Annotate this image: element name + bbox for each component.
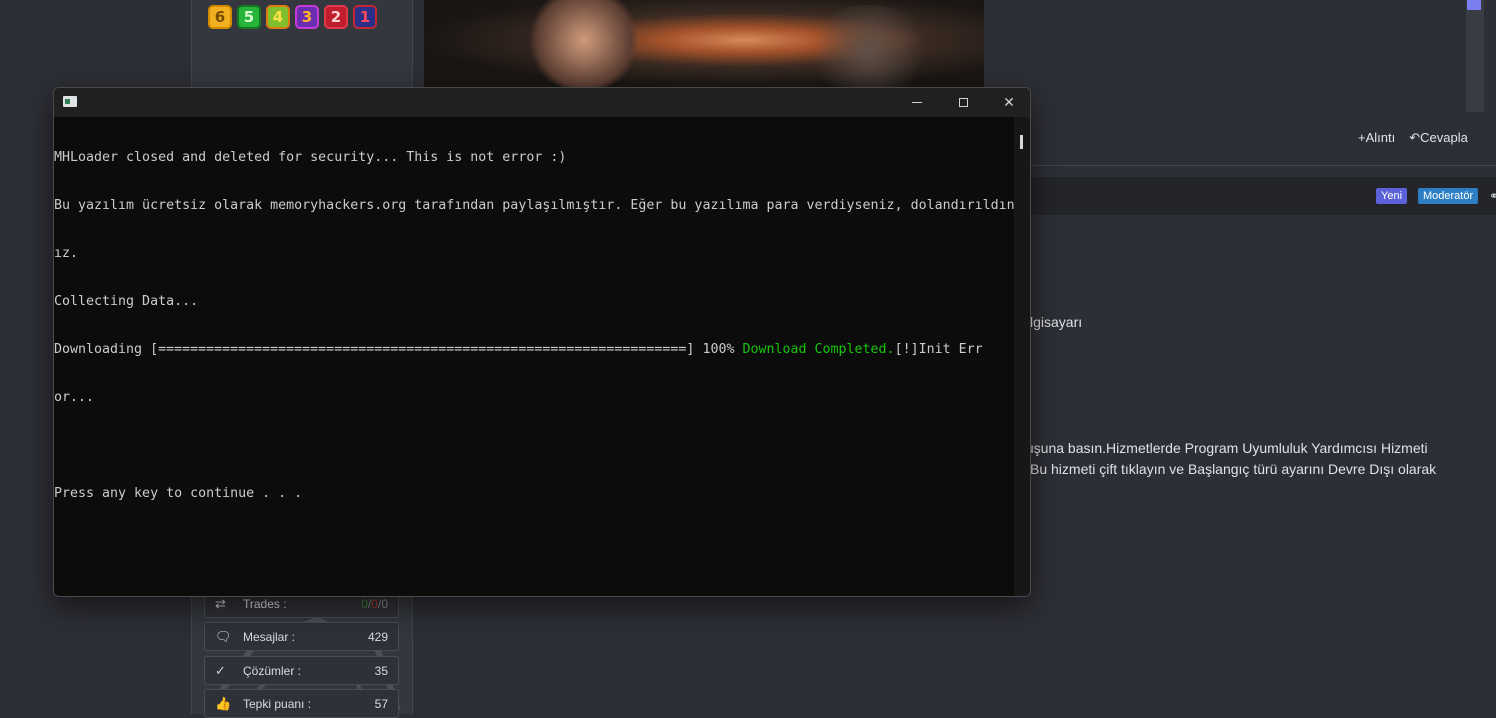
embed-scrollbar-thumb[interactable] bbox=[1467, 0, 1481, 10]
rank-5-badge-icon: 5 bbox=[237, 5, 261, 29]
reply-arrow-icon: ↶ bbox=[1409, 130, 1421, 145]
rank-2-badge-icon: 2 bbox=[324, 5, 348, 29]
stat-messages[interactable]: 🗨 Mesajlar : 429 bbox=[204, 622, 399, 651]
rank-1-badge-icon: 1 bbox=[353, 5, 377, 29]
console-output[interactable]: MHLoader closed and deleted for security… bbox=[54, 117, 1015, 596]
stat-value: 0/0/0 bbox=[361, 597, 388, 611]
stat-label: Trades : bbox=[243, 597, 287, 611]
new-badge: Yeni bbox=[1376, 188, 1408, 204]
trades-neutral: 0 bbox=[381, 597, 388, 611]
video-frame-highlight bbox=[524, 0, 644, 88]
console-line: MHLoader closed and deleted for security… bbox=[54, 150, 567, 165]
rank-6-badge-icon: 6 bbox=[208, 5, 232, 29]
post-text-line: Bu hizmeti çift tıklayın ve Başlangıç tü… bbox=[1030, 461, 1437, 477]
video-thumbnail[interactable] bbox=[424, 0, 984, 88]
stat-label: Tepki puanı : bbox=[243, 697, 312, 711]
close-button[interactable]: ✕ bbox=[986, 88, 1030, 117]
stat-value: 429 bbox=[367, 630, 388, 644]
chat-bubbles-icon: 🗨 bbox=[215, 629, 232, 644]
download-completed-text: Download Completed. bbox=[742, 342, 895, 357]
console-line: or... bbox=[54, 390, 95, 405]
console-scrollbar-thumb[interactable] bbox=[1020, 135, 1023, 149]
stat-label: Çözümler : bbox=[243, 664, 302, 678]
thumbs-up-icon: 👍 bbox=[215, 696, 232, 711]
stat-value: 35 bbox=[374, 664, 388, 678]
reply-button[interactable]: ↶Cevapla bbox=[1409, 130, 1468, 146]
console-line: Bu yazılım ücretsiz olarak memoryhackers… bbox=[54, 198, 1015, 213]
console-scrollbar[interactable] bbox=[1014, 117, 1030, 596]
rank-3-badge-icon: 3 bbox=[295, 5, 319, 29]
reply-label: Cevapla bbox=[1420, 130, 1468, 145]
quote-button[interactable]: +Alıntı bbox=[1358, 130, 1395, 146]
stat-label: Mesajlar : bbox=[243, 630, 296, 644]
link-icon[interactable]: ⚭ bbox=[1489, 189, 1496, 203]
trades-positive: 0 bbox=[361, 597, 368, 611]
video-frame-shadow bbox=[804, 5, 934, 88]
quote-label: Alıntı bbox=[1365, 130, 1396, 145]
swap-arrows-icon: ⇄ bbox=[215, 596, 226, 611]
post-actions: +Alıntı ↶Cevapla bbox=[1358, 130, 1468, 146]
embed-scrollbar[interactable] bbox=[1466, 0, 1484, 112]
console-download-line: Downloading [===========================… bbox=[54, 342, 1014, 358]
stat-value: 57 bbox=[374, 697, 388, 711]
plus-icon: + bbox=[1358, 130, 1366, 145]
user-badges: 6 5 4 3 2 1 bbox=[208, 5, 377, 29]
close-icon: ✕ bbox=[1003, 94, 1015, 111]
checkmark-icon: ✓ bbox=[215, 663, 226, 678]
console-prompt: Press any key to continue . . . bbox=[54, 486, 303, 501]
trades-negative: 0 bbox=[371, 597, 378, 611]
console-titlebar[interactable]: ✕ bbox=[54, 88, 1030, 117]
moderator-badge: Moderatör bbox=[1418, 188, 1479, 204]
maximize-button[interactable] bbox=[940, 88, 986, 117]
download-progress: Downloading [===========================… bbox=[54, 342, 743, 357]
rank-4-badge-icon: 4 bbox=[266, 5, 290, 29]
maximize-icon bbox=[958, 98, 968, 107]
stat-solutions[interactable]: ✓ Çözümler : 35 bbox=[204, 656, 399, 685]
post-text-line: lgisayarı bbox=[1030, 314, 1083, 330]
console-window[interactable]: ✕ MHLoader closed and deleted for securi… bbox=[53, 87, 1031, 597]
post-text-line: tuşuna basın.Hizmetlerde Program Uyumlul… bbox=[1022, 440, 1428, 456]
init-error-text: [!]Init Err bbox=[894, 342, 983, 357]
minimize-icon bbox=[912, 102, 922, 103]
console-line: Collecting Data... bbox=[54, 294, 199, 309]
console-app-icon bbox=[63, 96, 77, 107]
console-line: ız. bbox=[54, 246, 79, 261]
minimize-button[interactable] bbox=[894, 88, 940, 117]
